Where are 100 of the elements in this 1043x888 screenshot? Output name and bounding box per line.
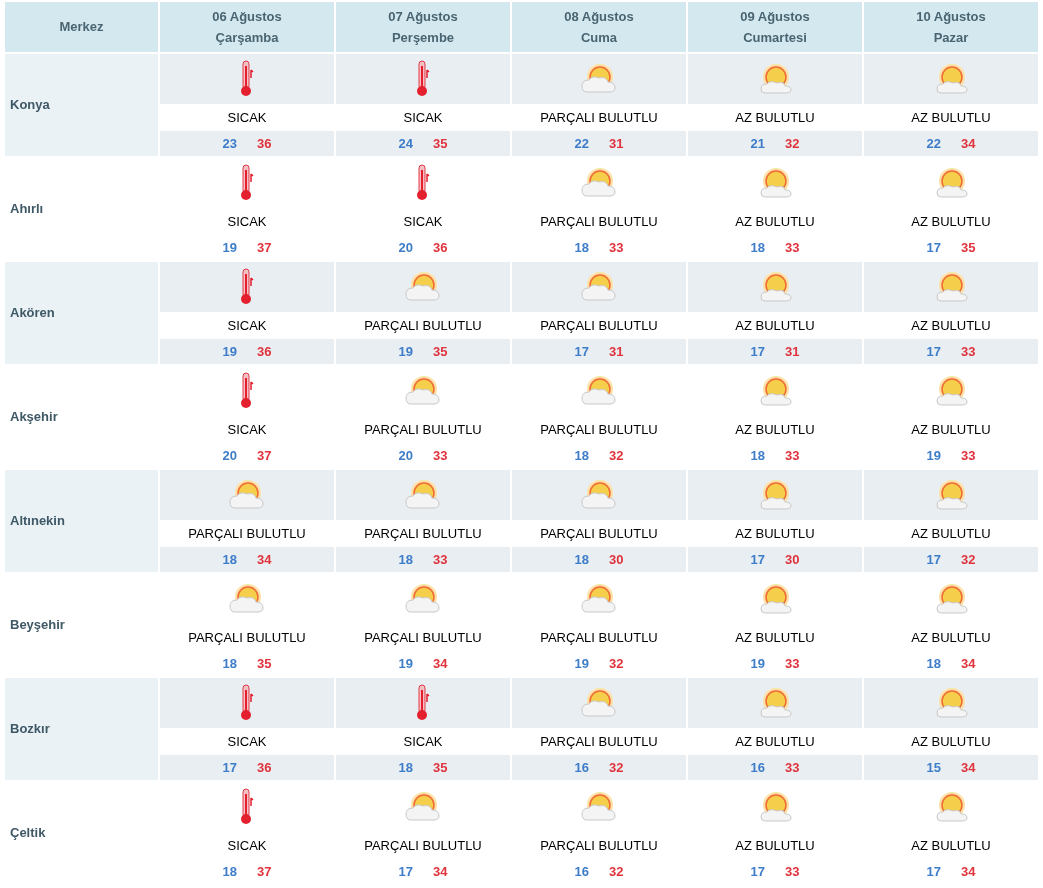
high-temperature: 33	[785, 758, 800, 777]
high-temperature: 34	[961, 758, 976, 777]
high-temperature: 36	[257, 134, 272, 153]
low-temperature: 17	[398, 862, 413, 881]
sun-behind-cloud-icon	[579, 686, 619, 720]
sun-behind-cloud-icon	[579, 62, 619, 96]
sun-behind-cloud-icon	[403, 790, 443, 824]
header-cell: Merkez	[5, 2, 158, 52]
low-temperature: 18	[222, 550, 237, 569]
weekday-label: Perşembe	[391, 29, 455, 47]
low-temperature: 18	[750, 446, 765, 465]
thermometer-icon	[240, 164, 254, 202]
high-temperature: 34	[433, 862, 448, 881]
low-temperature: 20	[222, 446, 237, 465]
date-label: 06 Ağustos	[212, 8, 282, 26]
high-temperature: 32	[609, 862, 624, 881]
low-temperature: 17	[750, 862, 765, 881]
high-temperature: 33	[609, 238, 624, 257]
high-temperature: 34	[961, 654, 976, 673]
high-temperature: 33	[785, 862, 800, 881]
high-temperature: 30	[609, 550, 624, 569]
low-temperature: 18	[222, 862, 237, 881]
date-label: 09 Ağustos	[740, 8, 810, 26]
high-temperature: 33	[785, 446, 800, 465]
low-temperature: 18	[574, 446, 589, 465]
weekday-label: Pazar	[933, 29, 969, 47]
low-temperature: 23	[222, 134, 237, 153]
low-temperature: 19	[398, 654, 413, 673]
low-temperature: 20	[398, 238, 413, 257]
high-temperature: 33	[785, 238, 800, 257]
high-temperature: 34	[257, 550, 272, 569]
city-cell: Konya	[5, 54, 158, 156]
sun-behind-cloud-icon	[403, 582, 443, 616]
high-temperature: 33	[433, 446, 448, 465]
low-temperature: 19	[222, 238, 237, 257]
high-temperature: 31	[609, 342, 624, 361]
weekday-label: Cuma	[580, 29, 618, 47]
high-temperature: 30	[785, 550, 800, 569]
low-temperature: 22	[926, 134, 941, 153]
high-temperature: 35	[257, 654, 272, 673]
sun-behind-cloud-icon	[403, 478, 443, 512]
weekday-label: Çarşamba	[215, 29, 279, 47]
low-temperature: 22	[574, 134, 589, 153]
sun-behind-cloud-icon	[227, 582, 267, 616]
high-temperature: 34	[961, 862, 976, 881]
high-temperature: 32	[609, 758, 624, 777]
thermometer-icon	[416, 164, 430, 202]
low-temperature: 19	[926, 446, 941, 465]
date-label: 07 Ağustos	[388, 8, 458, 26]
high-temperature: 32	[961, 550, 976, 569]
city-cell: Akören	[5, 262, 158, 364]
low-temperature: 17	[926, 550, 941, 569]
thermometer-icon	[416, 684, 430, 722]
high-temperature: 35	[433, 758, 448, 777]
low-temperature: 17	[574, 342, 589, 361]
sun-behind-cloud-icon	[579, 790, 619, 824]
low-temperature: 18	[222, 654, 237, 673]
weekday-label: Cumartesi	[743, 29, 807, 47]
low-temperature: 19	[398, 342, 413, 361]
thermometer-icon	[416, 60, 430, 98]
low-temperature: 24	[398, 134, 413, 153]
low-temperature: 15	[926, 758, 941, 777]
low-temperature: 16	[574, 758, 589, 777]
low-temperature: 19	[222, 342, 237, 361]
low-temperature: 16	[750, 758, 765, 777]
low-temperature: 17	[750, 550, 765, 569]
high-temperature: 36	[257, 758, 272, 777]
low-temperature: 18	[398, 758, 413, 777]
high-temperature: 36	[257, 342, 272, 361]
thermometer-icon	[240, 268, 254, 306]
high-temperature: 31	[785, 342, 800, 361]
sun-behind-cloud-icon	[579, 478, 619, 512]
high-temperature: 33	[433, 550, 448, 569]
high-temperature: 32	[609, 446, 624, 465]
high-temperature: 37	[257, 238, 272, 257]
high-temperature: 33	[961, 342, 976, 361]
high-temperature: 37	[257, 446, 272, 465]
low-temperature: 21	[750, 134, 765, 153]
high-temperature: 33	[785, 654, 800, 673]
sun-behind-cloud-icon	[579, 270, 619, 304]
thermometer-icon	[240, 684, 254, 722]
date-label: 08 Ağustos	[564, 8, 634, 26]
city-cell: Altınekin	[5, 470, 158, 572]
high-temperature: 36	[433, 238, 448, 257]
low-temperature: 19	[750, 654, 765, 673]
city-cell: Bozkır	[5, 678, 158, 780]
date-label: 10 Ağustos	[916, 8, 986, 26]
thermometer-icon	[240, 788, 254, 826]
low-temperature: 18	[750, 238, 765, 257]
low-temperature: 17	[222, 758, 237, 777]
low-temperature: 18	[574, 550, 589, 569]
sun-behind-cloud-icon	[403, 374, 443, 408]
low-temperature: 17	[750, 342, 765, 361]
thermometer-icon	[240, 60, 254, 98]
high-temperature: 35	[433, 342, 448, 361]
low-temperature: 18	[926, 654, 941, 673]
sun-behind-cloud-icon	[579, 374, 619, 408]
low-temperature: 19	[574, 654, 589, 673]
low-temperature: 20	[398, 446, 413, 465]
high-temperature: 37	[257, 862, 272, 881]
